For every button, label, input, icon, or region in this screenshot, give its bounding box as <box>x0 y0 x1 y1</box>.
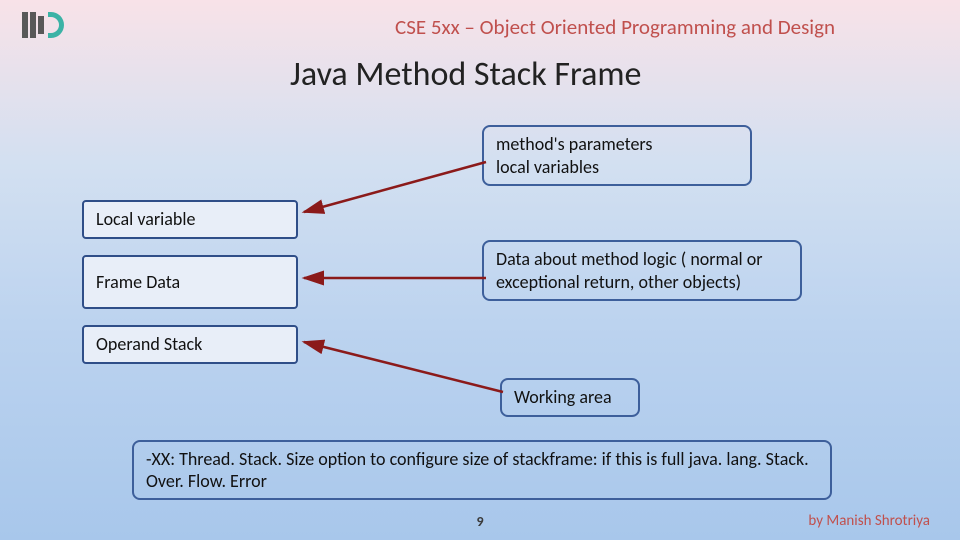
logo-bar <box>22 12 28 38</box>
course-header: CSE 5xx – Object Oriented Programming an… <box>395 14 835 40</box>
logo-bar <box>38 16 44 34</box>
slide-title: Java Method Stack Frame <box>290 54 641 95</box>
logo-bar <box>30 12 36 38</box>
page-number: 9 <box>476 513 483 530</box>
desc-local-variable: method's parameters local variables <box>482 125 752 186</box>
logo <box>22 12 64 38</box>
desc-frame-data: Data about method logic ( normal or exce… <box>482 240 802 301</box>
stack-frame-data: Frame Data <box>82 255 298 309</box>
footnote-box: -XX: Thread. Stack. Size option to confi… <box>132 440 832 500</box>
desc-operand-stack: Working area <box>500 378 640 417</box>
stack-operand-stack: Operand Stack <box>82 325 298 364</box>
stack-local-variable: Local variable <box>82 200 298 239</box>
author-byline: by Manish Shrotriya <box>808 512 930 530</box>
logo-arc <box>48 12 64 38</box>
